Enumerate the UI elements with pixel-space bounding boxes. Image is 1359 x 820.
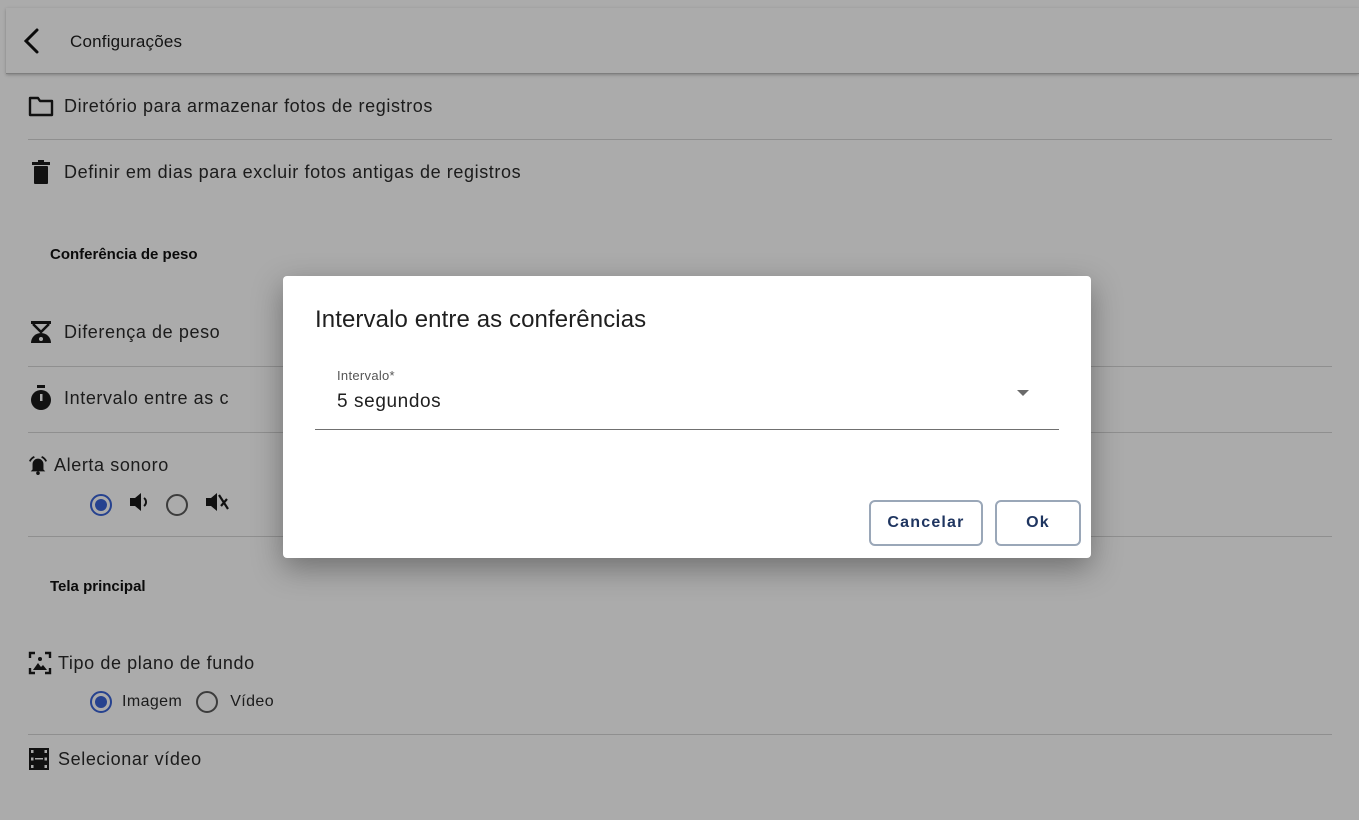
interval-select-value: 5 segundos [337,391,442,412]
interval-select-label: Intervalo* [337,368,395,383]
dialog-title: Intervalo entre as conferências [315,306,647,333]
cancel-button[interactable]: Cancelar [869,500,983,546]
interval-select[interactable]: Intervalo* 5 segundos [315,364,1059,430]
ok-button[interactable]: Ok [995,500,1081,546]
dropdown-arrow-icon [1017,390,1029,396]
interval-dialog: Intervalo entre as conferências Interval… [283,276,1091,558]
